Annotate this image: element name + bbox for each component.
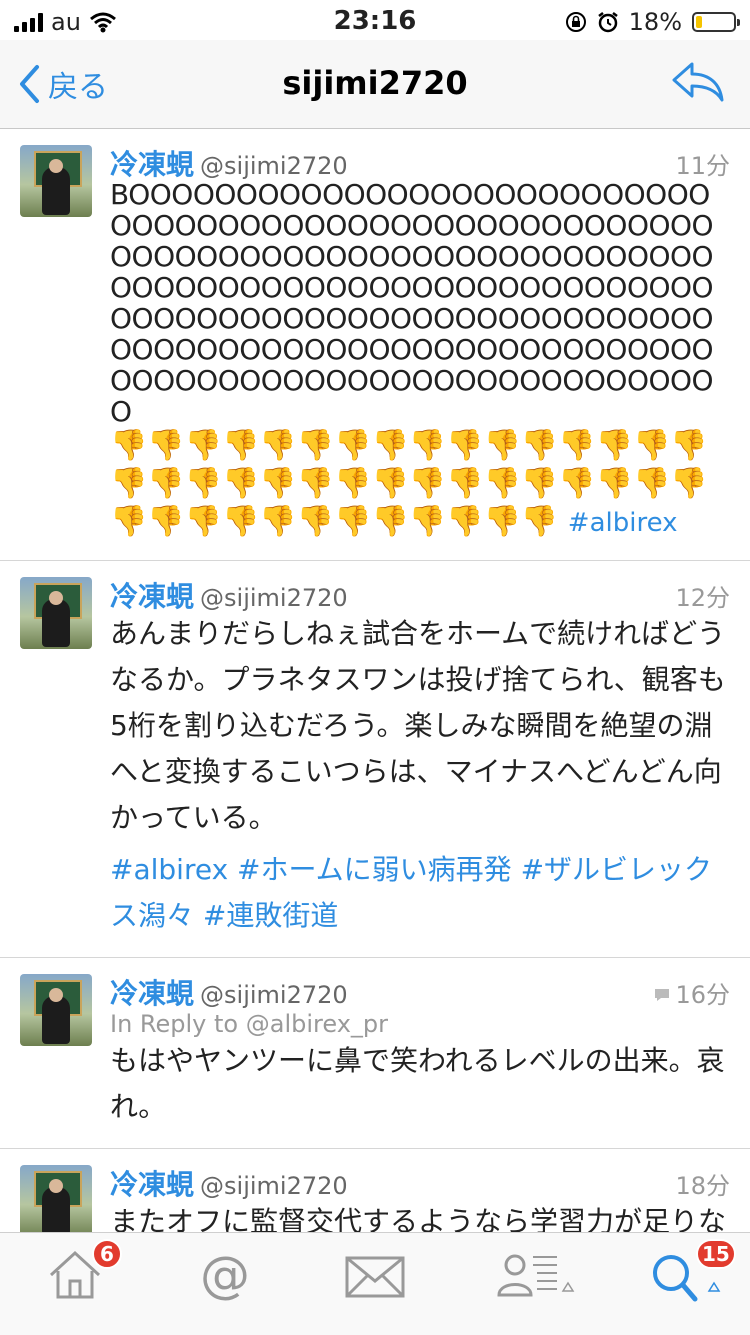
battery-icon bbox=[692, 12, 740, 32]
tweet-header: 冷凍蜆 @sijimi2720 16分 bbox=[110, 972, 730, 1010]
tab-search[interactable]: 15 bbox=[640, 1239, 736, 1327]
hashtag-link[interactable]: #albirex bbox=[568, 508, 678, 538]
avatar[interactable] bbox=[20, 1165, 92, 1232]
user-name[interactable]: 冷凍蜆 bbox=[110, 1163, 194, 1203]
tweet-2[interactable]: 冷凍蜆 @sijimi2720 12分 あんまりだらしねぇ試合をホームで続ければ… bbox=[0, 561, 750, 958]
profile-list-icon bbox=[497, 1254, 575, 1297]
tweet-time: 11分 bbox=[675, 152, 730, 180]
at-icon: @ bbox=[200, 1246, 250, 1304]
in-reply-to[interactable]: In Reply to @albirex_pr bbox=[110, 1010, 730, 1038]
tweet-feed[interactable]: 冷凍蜆 @sijimi2720 11分 BOOOOOOOOOOOOOOOOOOO… bbox=[0, 129, 750, 1232]
tab-profile[interactable] bbox=[490, 1247, 580, 1327]
tweet-4[interactable]: 冷凍蜆 @sijimi2720 18分 またオフに監督交代するようなら学習力が足… bbox=[0, 1149, 750, 1232]
tweet-header: 冷凍蜆 @sijimi2720 11分 bbox=[110, 143, 730, 181]
user-name[interactable]: 冷凍蜆 bbox=[110, 143, 194, 183]
tweet-1[interactable]: 冷凍蜆 @sijimi2720 11分 BOOOOOOOOOOOOOOOOOOO… bbox=[0, 129, 750, 561]
reply-button[interactable] bbox=[670, 60, 724, 108]
avatar[interactable] bbox=[20, 577, 92, 649]
search-badge: 15 bbox=[696, 1239, 736, 1269]
tab-mentions[interactable]: @ bbox=[180, 1247, 270, 1327]
tweet-text: もはやヤンツーに鼻で笑われるレベルの出来。哀れ。 bbox=[110, 1044, 725, 1123]
tab-messages[interactable] bbox=[330, 1247, 420, 1327]
alarm-icon bbox=[597, 12, 618, 33]
tweet-time: 12分 bbox=[675, 584, 730, 612]
page-title: sijimi2720 bbox=[282, 64, 468, 102]
nav-bar: 戻る sijimi2720 bbox=[0, 40, 750, 129]
tweet-3[interactable]: 冷凍蜆 @sijimi2720 16分 In Reply to @albirex… bbox=[0, 958, 750, 1149]
battery-percent: 18% bbox=[628, 8, 682, 36]
hashtag-links[interactable]: #albirex #ホームに弱い病再発 #ザルビレックス潟々 #連敗街道 bbox=[110, 847, 730, 939]
tweet-time: 16分 bbox=[653, 975, 730, 1010]
tweet-text: BOOOOOOOOOOOOOOOOOOOOOOOOOOOOOOOOOOOOOOO… bbox=[110, 178, 714, 428]
tab-bar: 6 @ 15 bbox=[0, 1232, 750, 1335]
tweet-emoji: 👎👎👎👎👎👎👎👎👎👎👎👎👎👎👎👎👎👎👎👎👎👎👎👎👎👎👎👎👎👎👎👎👎👎👎👎👎👎👎👎… bbox=[110, 427, 730, 542]
user-handle: @sijimi2720 bbox=[200, 152, 348, 180]
avatar[interactable] bbox=[20, 145, 92, 217]
tweet-header: 冷凍蜆 @sijimi2720 18分 bbox=[110, 1163, 730, 1201]
avatar[interactable] bbox=[20, 974, 92, 1046]
reply-icon bbox=[672, 62, 724, 102]
tab-home[interactable]: 6 bbox=[30, 1239, 122, 1327]
home-badge: 6 bbox=[92, 1239, 122, 1269]
envelope-icon bbox=[345, 1256, 405, 1298]
rotation-lock-icon bbox=[565, 12, 586, 32]
battery-level bbox=[696, 16, 702, 28]
tweet-time: 18分 bbox=[675, 1172, 730, 1200]
tweet-time-value: 16分 bbox=[675, 981, 730, 1009]
user-handle: @sijimi2720 bbox=[200, 584, 348, 612]
conversation-icon bbox=[655, 989, 670, 1001]
tweet-text: またオフに監督交代するようなら学習力が足りないとみなすぞ。チームがバラバラなのは… bbox=[110, 1205, 727, 1232]
user-name[interactable]: 冷凍蜆 bbox=[110, 575, 194, 615]
tweet-header: 冷凍蜆 @sijimi2720 12分 bbox=[110, 575, 730, 613]
status-right: 18% bbox=[565, 8, 740, 36]
tweet-text: あんまりだらしねぇ試合をホームで続ければどうなるか。プラネタスワンは投げ捨てられ… bbox=[110, 617, 726, 834]
user-handle: @sijimi2720 bbox=[200, 1172, 348, 1200]
user-name[interactable]: 冷凍蜆 bbox=[110, 972, 194, 1012]
user-handle: @sijimi2720 bbox=[200, 981, 348, 1009]
status-bar: au 23:16 18% bbox=[0, 0, 750, 40]
